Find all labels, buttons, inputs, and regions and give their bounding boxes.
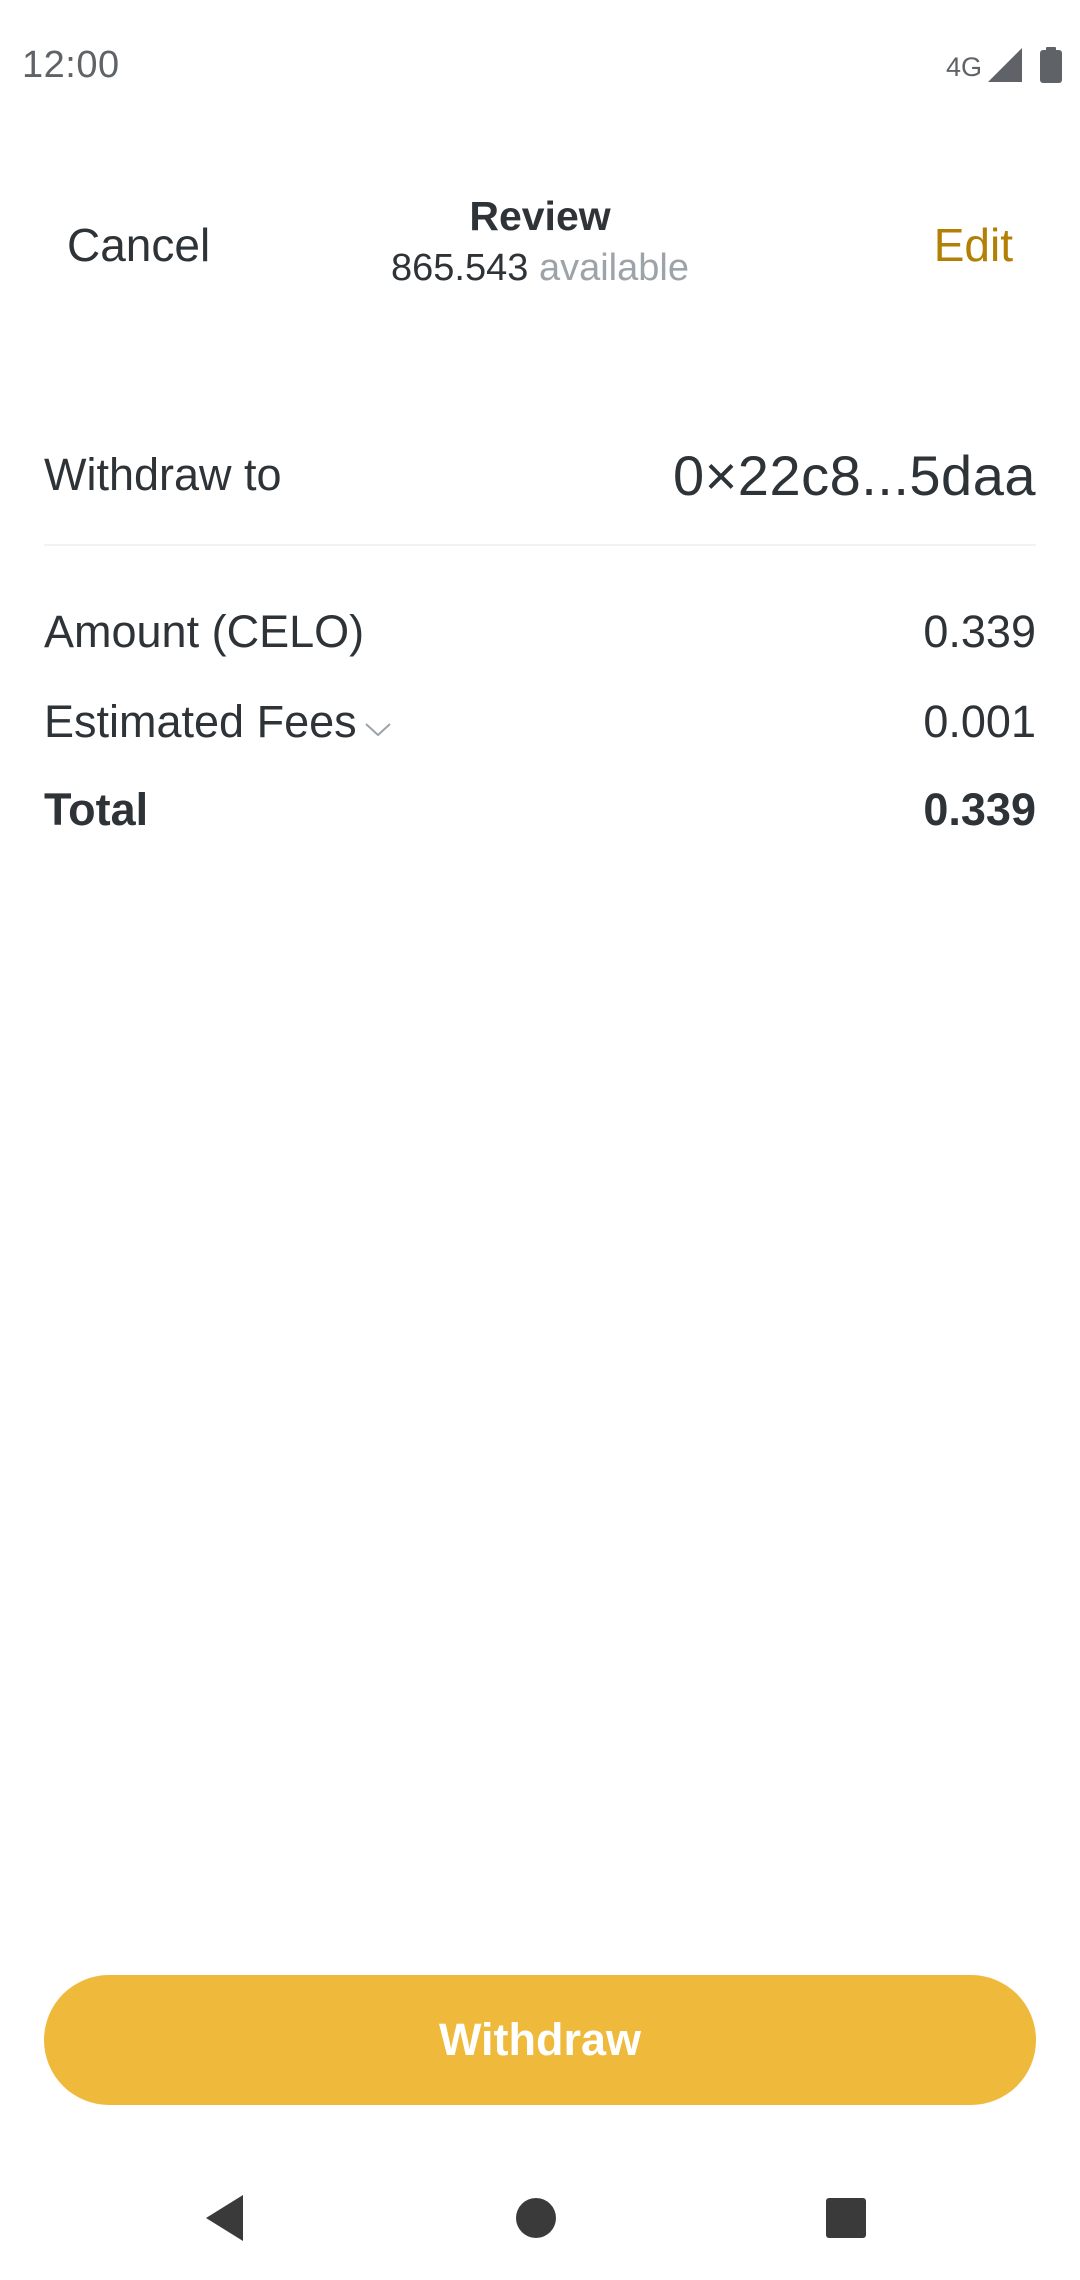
network-type-label: 4G: [945, 52, 982, 82]
nav-back-button[interactable]: [195, 2190, 255, 2250]
signal-icon: [988, 47, 1022, 87]
available-amount: 865.543: [391, 247, 529, 289]
available-label: available: [538, 247, 689, 289]
review-header: Cancel Review 865.543 available Edit: [0, 170, 1080, 320]
amount-row: Amount (CELO) 0.339: [44, 600, 1036, 664]
amount-label: Amount (CELO): [44, 606, 365, 657]
amount-value: 0.339: [923, 606, 1036, 657]
total-value: 0.339: [923, 784, 1036, 835]
total-row: Total 0.339: [44, 778, 1036, 842]
status-time: 12:00: [22, 44, 120, 86]
estimated-fees-value: 0.001: [923, 696, 1036, 747]
battery-icon: [1040, 46, 1062, 88]
total-label: Total: [44, 784, 149, 835]
available-balance: 865.543 available: [240, 244, 840, 292]
page-title: Review: [469, 193, 611, 239]
recents-square-icon: [824, 2196, 868, 2245]
edit-button[interactable]: Edit: [934, 218, 1013, 272]
withdraw-to-label: Withdraw to: [44, 449, 282, 500]
divider: [44, 544, 1036, 546]
home-circle-icon: [514, 2196, 558, 2245]
back-triangle-icon: [203, 2193, 247, 2248]
nav-recents-button[interactable]: [816, 2190, 876, 2250]
nav-home-button[interactable]: [506, 2190, 566, 2250]
header-center: Review 865.543 available: [240, 190, 840, 292]
status-bar: 12:00 4G: [0, 0, 1080, 140]
cancel-button[interactable]: Cancel: [67, 218, 210, 272]
system-nav-bar: [0, 2160, 1080, 2280]
withdraw-to-row: Withdraw to 0×22c8...5daa: [44, 435, 1036, 515]
chevron-down-icon: [363, 699, 393, 751]
status-icons: 4G: [945, 46, 1062, 88]
estimated-fees-row: Estimated Fees 0.001: [44, 690, 1036, 754]
estimated-fees-label: Estimated Fees: [44, 696, 357, 747]
withdraw-button[interactable]: Withdraw: [44, 1975, 1036, 2105]
withdraw-address: 0×22c8...5daa: [672, 443, 1036, 507]
estimated-fees-toggle[interactable]: Estimated Fees: [44, 693, 393, 751]
